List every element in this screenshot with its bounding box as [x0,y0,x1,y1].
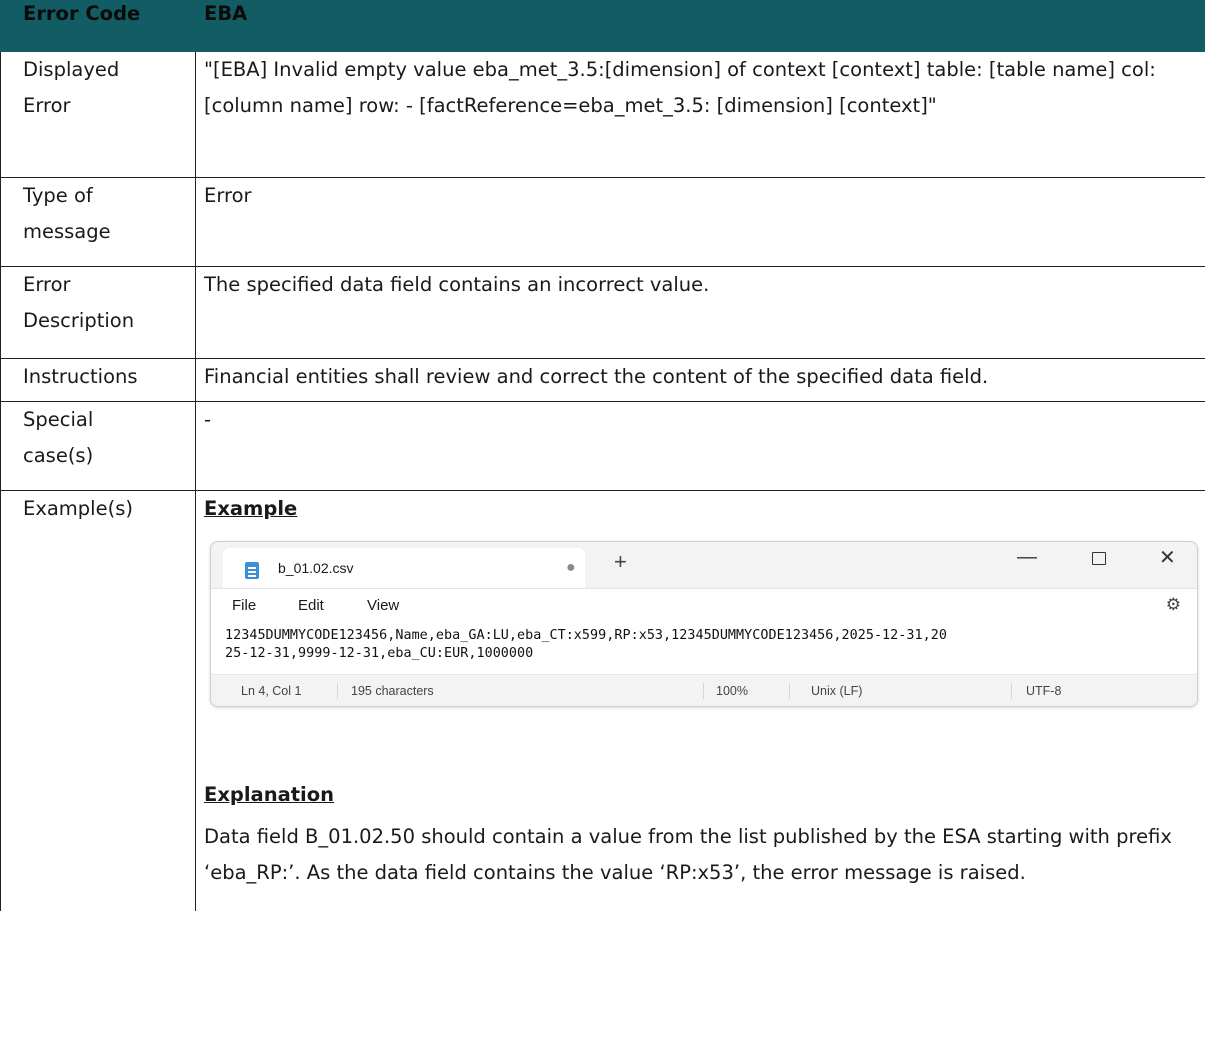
notepad-file-icon [245,562,259,579]
label-examples: Example(s) [0,490,196,911]
value-error-description: The specified data field contains an inc… [195,266,1205,359]
notepad-screenshot: b_01.02.csv ● + — ✕ File Edit View ⚙ 123… [210,541,1198,707]
header-eba: EBA [195,0,1205,52]
notepad-text-area[interactable]: 12345DUMMYCODE123456,Name,eba_GA:LU,eba_… [211,623,1197,675]
content-line-1: 12345DUMMYCODE123456,Name,eba_GA:LU,eba_… [225,628,947,643]
label-type-of-message: Type of message [0,177,196,267]
status-separator [789,683,790,699]
notepad-tab-bar: b_01.02.csv ● + — ✕ [211,542,1197,588]
notepad-tab[interactable]: b_01.02.csv ● [223,548,585,588]
table-row-displayed-error: Displayed Error "[EBA] Invalid empty valu… [0,51,1205,178]
value-displayed-error: "[EBA] Invalid empty value eba_met_3.5:[… [195,51,1205,178]
new-tab-icon[interactable]: + [614,548,627,576]
notepad-tab-title: b_01.02.csv [278,560,354,576]
status-position: Ln 4, Col 1 [241,684,302,698]
notepad-status-bar: Ln 4, Col 1 195 characters 100% Unix (LF… [211,675,1197,707]
value-instructions: Financial entities shall review and corr… [195,358,1205,402]
content-line-2: 25-12-31,9999-12-31,eba_CU:EUR,1000000 [225,646,534,661]
status-char-count: 195 characters [351,684,434,698]
explanation-section: Explanation Data field B_01.02.50 should… [204,777,1197,891]
menu-item-edit[interactable]: Edit [298,596,324,616]
status-line-ending: Unix (LF) [811,684,863,698]
label-special-cases: Special case(s) [0,401,196,491]
unsaved-dot-icon: ● [566,559,576,576]
status-separator [337,683,338,699]
menu-item-view[interactable]: View [367,596,399,616]
value-examples: Example b_01.02.csv ● + — ✕ File Edit Vi… [195,490,1205,911]
label-error-description: Error Description [0,266,196,359]
error-code-table: Error Code EBA Displayed Error "[EBA] Inv… [0,0,1205,911]
table-row-examples: Example(s) Example b_01.02.csv ● + — ✕ F… [0,490,1205,911]
explanation-heading: Explanation [204,783,335,806]
table-row-error-description: Error Description The specified data fiel… [0,266,1205,359]
status-zoom[interactable]: 100% [716,683,748,699]
label-instructions: Instructions [0,358,196,402]
close-icon[interactable]: ✕ [1159,546,1176,570]
minimize-icon[interactable]: — [1017,544,1037,570]
label-displayed-error: Displayed Error [0,51,196,178]
status-separator [1011,683,1012,699]
maximize-icon[interactable] [1092,552,1106,565]
table-header-row: Error Code EBA [0,0,1205,52]
table-row-type-of-message: Type of message Error [0,177,1205,267]
header-error-code: Error Code [0,0,196,52]
example-heading: Example [204,497,298,520]
explanation-text: Data field B_01.02.50 should contain a v… [204,825,1172,884]
value-special-cases: - [195,401,1205,491]
status-separator [703,683,704,699]
notepad-menu-bar: File Edit View ⚙ [211,588,1197,623]
value-type-of-message: Error [195,177,1205,267]
gear-icon[interactable]: ⚙ [1166,595,1181,615]
table-row-special-cases: Special case(s) - [0,401,1205,491]
table-row-instructions: Instructions Financial entities shall re… [0,358,1205,402]
menu-item-file[interactable]: File [232,596,256,616]
status-encoding: UTF-8 [1026,684,1062,698]
